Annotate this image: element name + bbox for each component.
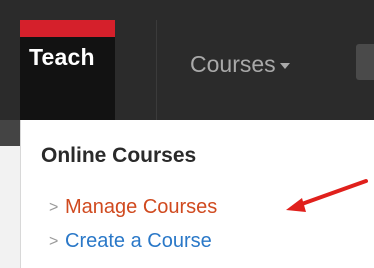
chevron-right-icon: > (49, 198, 59, 216)
courses-dropdown-toggle[interactable]: Courses (190, 51, 290, 78)
nav-divider (156, 20, 157, 120)
manage-courses-link[interactable]: > Manage Courses (49, 196, 217, 219)
page-background-strip (0, 120, 20, 268)
online-courses-heading: Online Courses (41, 144, 197, 167)
page-background-dark (0, 120, 20, 146)
brand-accent-bar (20, 20, 115, 37)
manage-courses-label: Manage Courses (65, 196, 218, 218)
create-course-link[interactable]: > Create a Course (49, 230, 212, 253)
caret-down-icon (279, 63, 290, 69)
courses-label: Courses (190, 51, 276, 77)
teach-tab[interactable]: Teach (20, 20, 115, 120)
teach-tab-label: Teach (29, 44, 95, 70)
top-navbar: Teach Courses (0, 0, 374, 120)
search-box-edge[interactable] (356, 44, 374, 80)
create-course-label: Create a Course (65, 230, 212, 252)
courses-dropdown-menu: Online Courses > Manage Courses > Create… (20, 120, 374, 268)
chevron-right-icon: > (49, 232, 59, 250)
